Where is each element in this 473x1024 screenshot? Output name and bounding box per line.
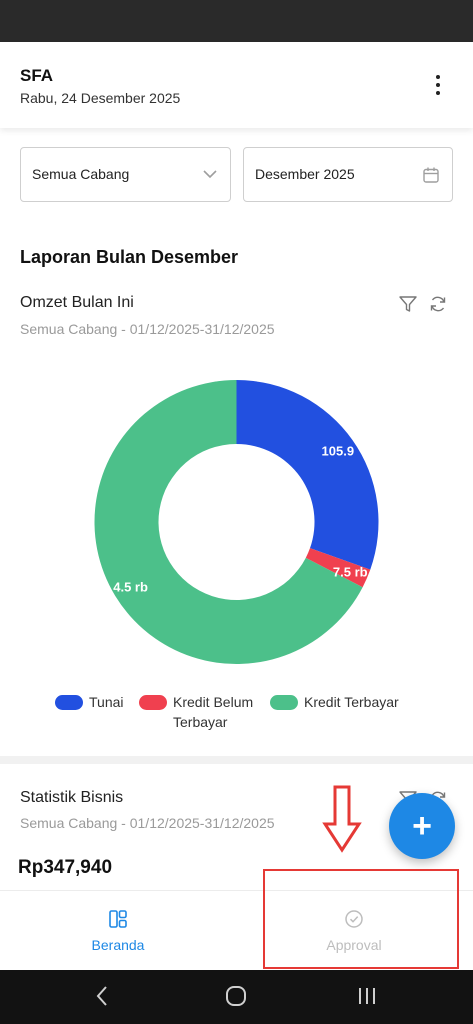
legend-label-kredit-terbayar: Kredit Terbayar bbox=[304, 694, 399, 710]
report-section-title: Laporan Bulan Desember bbox=[20, 247, 239, 267]
month-picker[interactable]: Desember 2025 bbox=[243, 147, 453, 202]
back-icon[interactable] bbox=[93, 984, 111, 1008]
branch-select-value: Semua Cabang bbox=[32, 166, 130, 182]
nav-label-beranda: Beranda bbox=[91, 937, 145, 953]
add-fab-button[interactable]: + bbox=[389, 793, 455, 859]
legend-item-kredit-terbayar[interactable]: Kredit Terbayar bbox=[270, 694, 399, 710]
omzet-donut-chart: 105.9 7.5 rb 4.5 rb bbox=[94, 380, 379, 664]
filter-icon[interactable] bbox=[398, 294, 418, 314]
omzet-card-title: Omzet Bulan Ini bbox=[20, 294, 134, 311]
header-date: Rabu, 24 Desember 2025 bbox=[20, 90, 181, 106]
legend-label-tunai: Tunai bbox=[89, 694, 124, 710]
section-divider bbox=[0, 756, 473, 764]
stats-card-subtitle: Semua Cabang - 01/12/2025-31/12/2025 bbox=[20, 815, 275, 831]
home-icon[interactable] bbox=[224, 984, 248, 1008]
calendar-icon bbox=[423, 167, 439, 183]
legend-item-tunai[interactable]: Tunai bbox=[55, 694, 124, 710]
stats-total-value: Rp347,940 bbox=[18, 857, 113, 878]
app-header: SFA Rabu, 24 Desember 2025 bbox=[0, 42, 473, 128]
legend-swatch-kredit-belum bbox=[139, 695, 167, 710]
stats-card-title: Statistik Bisnis bbox=[20, 789, 124, 806]
legend-swatch-kredit-terbayar bbox=[270, 695, 298, 710]
home-grid-icon bbox=[109, 910, 127, 928]
more-options-icon[interactable] bbox=[426, 72, 450, 98]
omzet-card-actions bbox=[398, 294, 448, 314]
legend-label-kredit-belum-line2: Terbayar bbox=[173, 714, 228, 730]
annotation-highlight-box bbox=[263, 869, 459, 969]
legend-label-kredit-belum: Kredit Belum Terbayar bbox=[173, 692, 253, 732]
month-picker-value: Desember 2025 bbox=[255, 166, 355, 182]
legend-item-kredit-belum[interactable]: Kredit Belum Terbayar bbox=[139, 694, 253, 732]
chevron-down-icon bbox=[203, 170, 217, 179]
donut-data-label: 4.5 rb bbox=[113, 579, 148, 594]
annotation-arrow-icon bbox=[322, 785, 362, 853]
donut-data-label: 105.9 bbox=[322, 444, 355, 459]
omzet-card-subtitle: Semua Cabang - 01/12/2025-31/12/2025 bbox=[20, 321, 275, 337]
app-title: SFA bbox=[20, 66, 54, 85]
legend-label-kredit-belum-line1: Kredit Belum bbox=[173, 694, 254, 710]
recents-icon[interactable] bbox=[356, 984, 378, 1008]
system-nav-bar bbox=[0, 970, 473, 1024]
donut-data-label: 7.5 rb bbox=[333, 564, 368, 579]
nav-item-beranda[interactable]: Beranda bbox=[60, 891, 176, 971]
legend-swatch-tunai bbox=[55, 695, 83, 710]
donut-slice-tunai[interactable] bbox=[236, 380, 379, 570]
refresh-icon[interactable] bbox=[428, 294, 448, 314]
status-bar bbox=[0, 0, 473, 42]
branch-select[interactable]: Semua Cabang bbox=[20, 147, 231, 202]
